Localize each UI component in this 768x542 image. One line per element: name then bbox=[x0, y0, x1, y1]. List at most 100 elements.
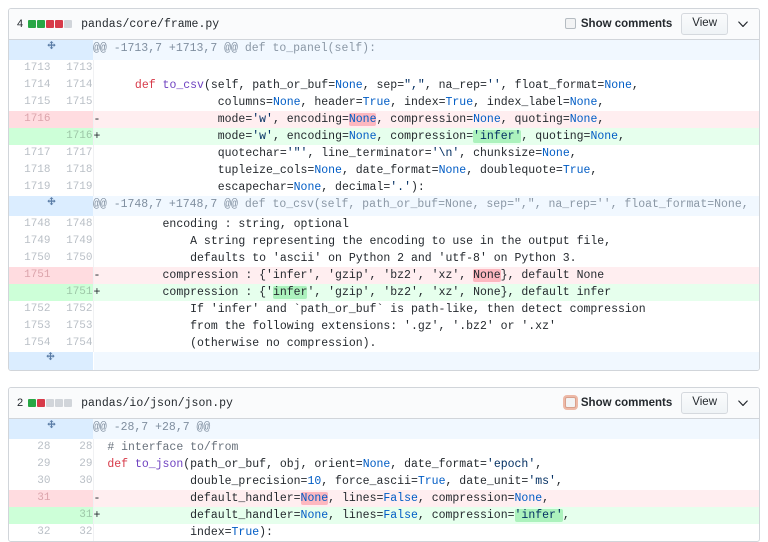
diff-line-content: quotechar='"', line_terminator='\n', chu… bbox=[93, 147, 577, 160]
line-number-old[interactable]: 1719 bbox=[9, 179, 51, 196]
diff-line-ctx: 1749 1749 A string representing the encod… bbox=[9, 233, 759, 250]
line-number-new[interactable]: 1719 bbox=[51, 179, 94, 196]
diffstat-block-del bbox=[55, 20, 64, 28]
line-number-new[interactable]: 1713 bbox=[51, 60, 94, 77]
diff-line-content: + mode='w', encoding=None, compression='… bbox=[93, 128, 759, 145]
line-number-old[interactable]: 1748 bbox=[9, 216, 51, 233]
line-number-new[interactable]: 1753 bbox=[51, 318, 94, 335]
file-header-actions: Show comments View bbox=[564, 13, 751, 35]
line-number-old[interactable]: 1716 bbox=[9, 111, 51, 128]
line-number-old[interactable]: 1752 bbox=[9, 301, 51, 318]
expand-bottom-row bbox=[9, 352, 759, 370]
line-number-old[interactable] bbox=[9, 507, 51, 524]
diffstat-block-neutral bbox=[64, 20, 73, 28]
line-number-old[interactable]: 1754 bbox=[9, 335, 51, 352]
line-number-new[interactable]: 1754 bbox=[51, 335, 94, 352]
file-header-actions: Show comments View bbox=[564, 392, 751, 414]
diff-line-ctx: 30 30 double_precision=10, force_ascii=Tr… bbox=[9, 473, 759, 490]
line-number-old[interactable]: 1718 bbox=[9, 162, 51, 179]
diffstat-block-neutral bbox=[55, 399, 64, 407]
line-number-new[interactable]: 1750 bbox=[51, 250, 94, 267]
show-comments-label: Show comments bbox=[580, 17, 673, 30]
diff-line-ctx: 1752 1752 If 'infer' and `path_or_buf` is… bbox=[9, 301, 759, 318]
file-path-link[interactable]: pandas/io/json/json.py bbox=[81, 397, 233, 410]
hunk-range: @@ -1713,7 +1713,7 @@ bbox=[93, 42, 238, 55]
diff-line-content: - compression : {'infer', 'gzip', 'bz2',… bbox=[93, 267, 759, 284]
file-header: 2 pandas/io/json/json.py Show comments View bbox=[9, 388, 759, 419]
diff-line-add: 1716 + mode='w', encoding=None, compressi… bbox=[9, 128, 759, 145]
line-number-old[interactable]: 1715 bbox=[9, 94, 51, 111]
expand-bottom-filler bbox=[93, 352, 759, 370]
line-number-old[interactable]: 32 bbox=[9, 524, 51, 541]
view-button[interactable]: View bbox=[681, 13, 728, 35]
show-comments-toggle[interactable]: Show comments bbox=[564, 17, 673, 30]
line-number-old[interactable]: 1753 bbox=[9, 318, 51, 335]
line-number-new[interactable]: 29 bbox=[51, 456, 94, 473]
line-number-old[interactable]: 1713 bbox=[9, 60, 51, 77]
line-number-old[interactable]: 31 bbox=[9, 490, 51, 507]
expand-hunk-button[interactable] bbox=[9, 196, 93, 216]
hunk-context: def to_panel(self): bbox=[244, 42, 376, 55]
expand-down-button[interactable] bbox=[9, 352, 93, 370]
line-number-new[interactable]: 28 bbox=[51, 439, 94, 456]
line-number-old[interactable]: 29 bbox=[9, 456, 51, 473]
line-number-new[interactable]: 1718 bbox=[51, 162, 94, 179]
line-number-new[interactable]: 1748 bbox=[51, 216, 94, 233]
hunk-context: def to_csv(self, path_or_buf=None, sep="… bbox=[244, 198, 749, 211]
diffstat-block-del bbox=[37, 399, 46, 407]
view-button[interactable]: View bbox=[681, 392, 728, 414]
diff-line-ctx: 1719 1719 escapechar=None, decimal='.'): bbox=[9, 179, 759, 196]
line-number-new[interactable]: 30 bbox=[51, 473, 94, 490]
file-diff-card: 4 pandas/core/frame.py Show comments View @@… bbox=[8, 8, 760, 371]
show-comments-checkbox[interactable] bbox=[564, 397, 576, 409]
diff-line-content: + default_handler=None, lines=False, com… bbox=[93, 507, 759, 524]
line-number-new[interactable]: 1749 bbox=[51, 233, 94, 250]
expand-hunk-button[interactable] bbox=[9, 40, 93, 60]
diff-line-content: # interface to/from bbox=[107, 441, 239, 454]
chevron-down-icon[interactable] bbox=[737, 397, 749, 409]
line-number-new[interactable]: 31 bbox=[51, 507, 94, 524]
chevron-down-icon[interactable] bbox=[737, 18, 749, 30]
diff-line-ctx: 1713 1713 bbox=[9, 60, 759, 77]
line-number-new[interactable]: 1715 bbox=[51, 94, 94, 111]
diffstat-block-add bbox=[37, 20, 46, 28]
diff-line-content: def to_csv(self, path_or_buf=None, sep="… bbox=[134, 79, 639, 92]
diff-line-content: double_precision=10, force_ascii=True, d… bbox=[93, 475, 563, 488]
line-number-new[interactable] bbox=[51, 267, 94, 284]
diff-line-del: 31 - default_handler=None, lines=False, c… bbox=[9, 490, 759, 507]
line-number-old[interactable]: 1714 bbox=[9, 77, 51, 94]
line-number-new[interactable]: 1716 bbox=[51, 128, 94, 145]
expand-hunk-button[interactable] bbox=[9, 419, 93, 439]
diff-line-add: 1751 + compression : {'infer', 'gzip', 'b… bbox=[9, 284, 759, 301]
show-comments-checkbox[interactable] bbox=[564, 18, 576, 30]
line-number-old[interactable]: 1717 bbox=[9, 145, 51, 162]
line-number-old[interactable] bbox=[9, 128, 51, 145]
line-number-old[interactable]: 30 bbox=[9, 473, 51, 490]
line-number-old[interactable]: 1749 bbox=[9, 233, 51, 250]
diff-line-content: + compression : {'infer', 'gzip', 'bz2',… bbox=[93, 284, 759, 301]
diff-line-content: from the following extensions: '.gz', '.… bbox=[93, 320, 556, 333]
line-number-old[interactable] bbox=[9, 284, 51, 301]
line-number-new[interactable]: 1714 bbox=[51, 77, 94, 94]
line-number-new[interactable]: 1717 bbox=[51, 145, 94, 162]
line-number-old[interactable]: 1751 bbox=[9, 267, 51, 284]
line-number-new[interactable] bbox=[51, 490, 94, 507]
diff-line-content: columns=None, header=True, index=True, i… bbox=[93, 96, 605, 109]
diff-line-ctx: 1753 1753 from the following extensions: … bbox=[9, 318, 759, 335]
line-number-old[interactable]: 1750 bbox=[9, 250, 51, 267]
diff-line-ctx: 1714 1714 def to_csv(self, path_or_buf=No… bbox=[9, 77, 759, 94]
hunk-header-text: @@ -1748,7 +1748,7 @@ def to_csv(self, p… bbox=[93, 196, 759, 216]
diff-line-content: (otherwise no compression). bbox=[93, 337, 377, 350]
diff-line-content: escapechar=None, decimal='.'): bbox=[93, 181, 425, 194]
change-count: 4 bbox=[17, 17, 24, 30]
diff-line-ctx: 1750 1750 defaults to 'ascii' on Python 2… bbox=[9, 250, 759, 267]
line-number-new[interactable]: 32 bbox=[51, 524, 94, 541]
line-number-old[interactable]: 28 bbox=[9, 439, 51, 456]
line-number-new[interactable]: 1752 bbox=[51, 301, 94, 318]
line-number-new[interactable] bbox=[51, 111, 94, 128]
show-comments-toggle[interactable]: Show comments bbox=[564, 397, 672, 409]
line-number-new[interactable]: 1751 bbox=[51, 284, 94, 301]
hunk-header-row: @@ -1713,7 +1713,7 @@ def to_panel(self)… bbox=[9, 40, 759, 60]
file-path-link[interactable]: pandas/core/frame.py bbox=[81, 18, 219, 31]
diff-line-content: index=True): bbox=[93, 526, 273, 539]
